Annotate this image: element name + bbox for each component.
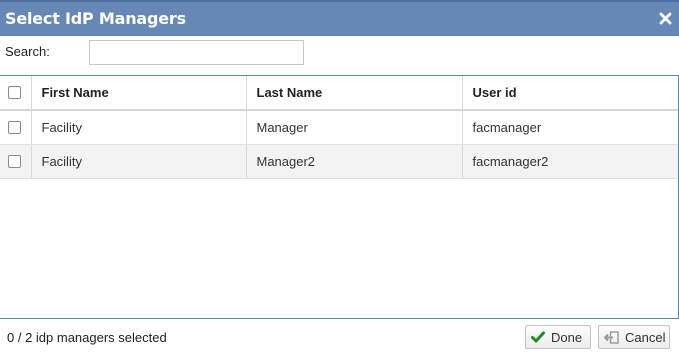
select-all-checkbox[interactable]	[8, 86, 21, 99]
select-idp-managers-dialog: Select IdP Managers Search: First Name L…	[0, 0, 679, 354]
table-row[interactable]: Facility Manager2 facmanager2	[0, 144, 678, 179]
table-row[interactable]: Facility Manager facmanager	[0, 110, 678, 145]
done-button-label: Done	[551, 329, 583, 345]
cell-first-name: Facility	[31, 144, 247, 179]
row-checkbox-cell	[0, 144, 32, 179]
selection-status: 0 / 2 idp managers selected	[7, 330, 167, 345]
row-checkbox[interactable]	[8, 121, 21, 134]
cell-user-id: facmanager	[462, 110, 678, 145]
cell-last-name: Manager2	[246, 144, 463, 179]
cancel-button[interactable]: Cancel	[598, 325, 670, 349]
column-header-first-name[interactable]: First Name	[31, 76, 247, 111]
cell-user-id: facmanager2	[462, 144, 678, 179]
row-checkbox[interactable]	[8, 155, 21, 168]
checkmark-icon	[531, 331, 545, 343]
close-icon[interactable]	[659, 12, 672, 25]
row-checkbox-cell	[0, 110, 32, 145]
cell-last-name: Manager	[246, 110, 463, 145]
cell-first-name: Facility	[31, 110, 247, 145]
search-input[interactable]	[89, 40, 304, 65]
dialog-title: Select IdP Managers	[5, 9, 186, 28]
select-all-cell	[0, 76, 32, 111]
dialog-titlebar[interactable]: Select IdP Managers	[0, 0, 679, 36]
search-label: Search:	[5, 44, 50, 59]
column-header-user-id[interactable]: User id	[462, 76, 678, 111]
cancel-icon	[604, 330, 619, 344]
cancel-button-label: Cancel	[625, 329, 666, 345]
column-header-last-name[interactable]: Last Name	[246, 76, 463, 111]
table-header-row: First Name Last Name User id	[0, 76, 678, 111]
done-button[interactable]: Done	[525, 325, 591, 349]
managers-table: First Name Last Name User id Facility Ma…	[0, 75, 679, 319]
